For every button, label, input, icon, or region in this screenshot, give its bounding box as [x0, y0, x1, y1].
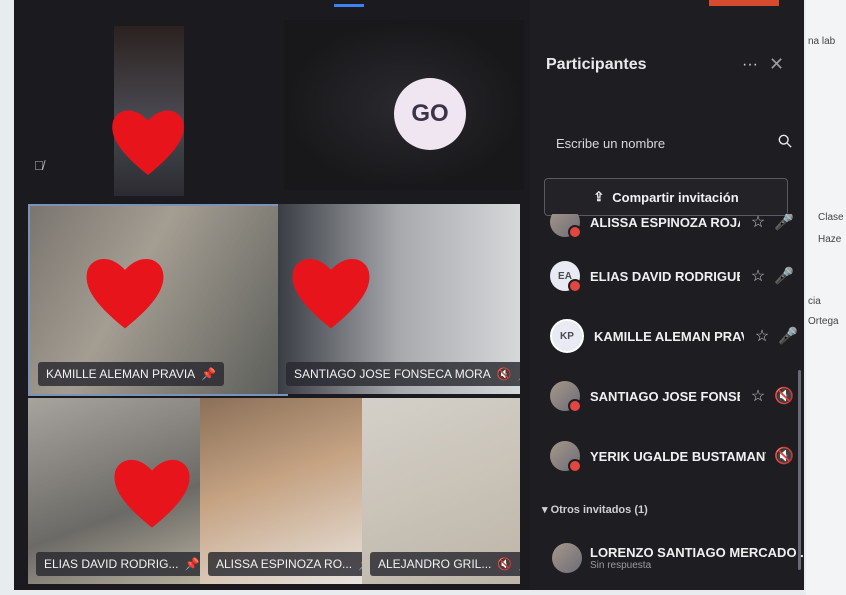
heart-icon	[82, 246, 168, 342]
heart-icon	[108, 98, 188, 188]
tile-name-label: KAMILLE ALEMAN PRAVIA 📌	[38, 362, 225, 386]
status-dot	[568, 399, 582, 413]
mic-icon: 🎤	[774, 268, 794, 285]
avatar: EA	[550, 261, 582, 293]
participant-name: SANTIAGO JOSE FONSECA MORA	[294, 367, 491, 381]
list-item[interactable]: EA ELIAS DAVID RODRIGUEZ... ☆ 🎤	[550, 256, 800, 296]
other-guests-section[interactable]: ▾ Otros invitados (1)	[542, 503, 648, 516]
pin-icon[interactable]: ☆	[750, 268, 766, 285]
avatar	[550, 214, 582, 239]
tile-name-label: ALISSA ESPINOZA RO...📌	[208, 552, 362, 576]
scrollbar[interactable]	[798, 370, 801, 570]
background-text: Haze	[818, 234, 842, 245]
background-text: na lab	[808, 36, 836, 47]
close-button[interactable]: ✕	[769, 54, 784, 75]
participant-name: KAMILLE ALEMAN PRAVIA	[594, 328, 744, 344]
background-text: Ortega	[808, 316, 839, 327]
list-item[interactable]: KP KAMILLE ALEMAN PRAVIA ☆ 🎤	[550, 316, 800, 356]
video-tile[interactable]: SANTIAGO JOSE FONSECA MORA 🔇 📌	[278, 204, 520, 394]
video-tile[interactable]: ELIAS DAVID RODRIG... 📌	[28, 398, 203, 584]
accent-bar	[334, 4, 364, 7]
mic-icon: 🎤	[778, 328, 798, 345]
video-tile[interactable]: ALEJANDRO GRIL... 🔇 📌	[362, 398, 520, 584]
list-item[interactable]: YERIK UGALDE BUSTAMANTE 🔇	[550, 436, 800, 476]
avatar	[550, 381, 582, 413]
participant-name: ALEJANDRO GRIL...	[378, 557, 492, 571]
participant-name: YERIK UGALDE BUSTAMANTE	[590, 448, 766, 464]
mic-off-icon: 🔇	[774, 448, 794, 465]
pin-icon[interactable]: 📌	[518, 552, 520, 576]
participants-list: ALISSA ESPINOZA ROJAS ☆ 🎤 EA ELIAS DAVID…	[530, 214, 804, 484]
participant-name: ALISSA ESPINOZA RO...	[216, 557, 353, 571]
search-input[interactable]	[544, 126, 794, 160]
pin-icon[interactable]: ☆	[754, 328, 770, 345]
pin-icon[interactable]: ☆	[750, 388, 766, 405]
list-item[interactable]: ALISSA ESPINOZA ROJAS ☆ 🎤	[550, 214, 800, 242]
status-dot	[568, 225, 582, 239]
mic-off-icon: 🔇	[496, 367, 512, 381]
search-icon[interactable]	[778, 134, 792, 148]
pin-icon[interactable]: 📌	[201, 362, 216, 386]
background-text: Clase	[818, 212, 844, 223]
participant-name: LORENZO SANTIAGO MERCADO ...	[590, 545, 804, 560]
status-dot	[568, 459, 582, 473]
pin-icon[interactable]: ☆	[750, 214, 766, 231]
tile-name-label: SANTIAGO JOSE FONSECA MORA 🔇 📌	[286, 362, 520, 386]
pin-icon[interactable]: 📌	[518, 362, 520, 386]
heart-icon	[110, 446, 194, 542]
avatar-initials: KP	[560, 330, 574, 342]
avatar	[550, 441, 582, 473]
list-item[interactable]: LORENZO SANTIAGO MERCADO ... Sin respues…	[552, 538, 804, 578]
participant-name: SANTIAGO JOSE FONSEC...	[590, 388, 740, 404]
participant-name: ALISSA ESPINOZA ROJAS	[590, 214, 740, 230]
video-tile[interactable]: KAMILLE ALEMAN PRAVIA 📌	[28, 204, 288, 396]
heart-icon	[288, 244, 374, 344]
mic-off-icon: 🎙̸	[34, 158, 44, 173]
list-item[interactable]: SANTIAGO JOSE FONSEC... ☆ 🔇	[550, 376, 800, 416]
participant-name: ELIAS DAVID RODRIG...	[44, 557, 179, 571]
video-tile[interactable]: ALISSA ESPINOZA RO...📌	[200, 398, 362, 584]
video-stage: 🎙̸ GO KAMILLE ALEMAN PRAVIA 📌 SANTIAGO JO…	[14, 0, 530, 590]
participants-panel: Participantes ··· ✕ ⇪ Compartir invitaci…	[530, 0, 804, 590]
leave-button[interactable]	[709, 0, 779, 6]
share-invite-button[interactable]: ⇪ Compartir invitación	[544, 178, 788, 216]
participant-name: KAMILLE ALEMAN PRAVIA	[46, 367, 196, 381]
more-options-button[interactable]: ···	[742, 56, 758, 74]
panel-title: Participantes	[546, 56, 647, 73]
mic-off-icon: 🔇	[497, 557, 513, 571]
avatar	[552, 543, 582, 573]
meeting-window: 🎙̸ GO KAMILLE ALEMAN PRAVIA 📌 SANTIAGO JO…	[14, 0, 804, 590]
share-icon: ⇪	[593, 189, 605, 204]
pin-icon[interactable]: 📌	[184, 552, 199, 576]
status-dot	[568, 279, 582, 293]
participant-name: ELIAS DAVID RODRIGUEZ...	[590, 268, 740, 284]
mic-icon: 🎤	[774, 214, 794, 231]
background-window: na lab Clase Haze cia Ortega	[806, 0, 846, 595]
background-text: cia	[808, 296, 821, 307]
tile-name-label: ELIAS DAVID RODRIG... 📌	[36, 552, 203, 576]
tile-name-label: ALEJANDRO GRIL... 🔇 📌	[370, 552, 520, 576]
mic-off-icon: 🔇	[774, 388, 794, 405]
share-label: Compartir invitación	[612, 189, 739, 205]
participant-status: Sin respuesta	[590, 560, 652, 571]
avatar[interactable]: GO	[394, 78, 466, 150]
avatar: KP	[550, 319, 584, 353]
